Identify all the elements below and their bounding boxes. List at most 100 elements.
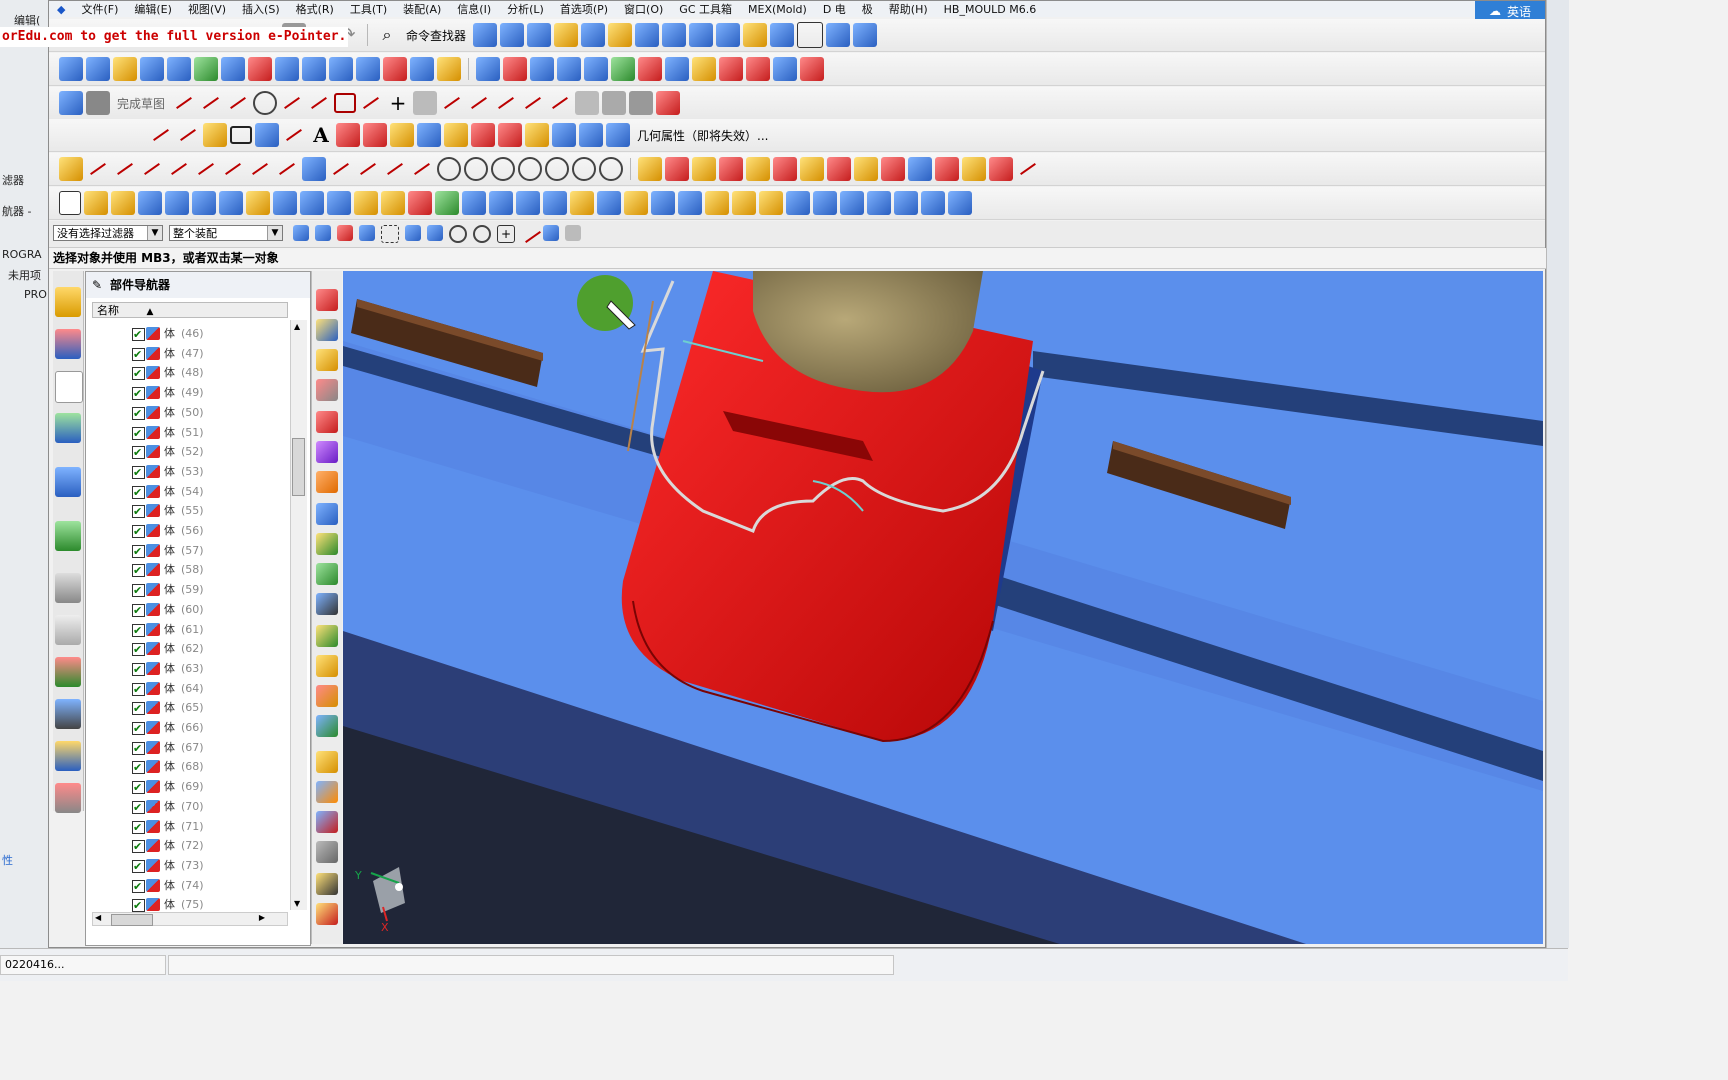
control-point-icon[interactable] [599, 157, 623, 181]
scroll-right-icon[interactable]: ▶ [259, 913, 265, 922]
point-icon[interactable]: + [386, 91, 410, 115]
finish-sketch-button[interactable]: 完成草图 [113, 95, 169, 112]
navigator-row[interactable]: 体 (70) [92, 797, 282, 817]
visibility-checkbox[interactable] [132, 640, 145, 659]
measure-icon[interactable] [473, 23, 498, 47]
navigator-row[interactable]: 体 (71) [92, 817, 282, 837]
emboss-icon[interactable] [489, 191, 513, 215]
sew-icon[interactable] [302, 57, 326, 81]
snap-icon[interactable] [554, 23, 579, 47]
sweep-icon[interactable] [759, 191, 783, 215]
navigator-row[interactable]: 体 (63) [92, 659, 282, 679]
hscroll-thumb[interactable] [111, 914, 153, 926]
cube-view-icon[interactable] [716, 23, 741, 47]
chamfer-icon[interactable] [307, 91, 331, 115]
assembly-navigator-icon[interactable] [55, 287, 81, 317]
menu-file[interactable]: 文件(F) [73, 1, 126, 17]
menu-help[interactable]: 帮助(H) [881, 1, 936, 17]
command-finder-button[interactable]: 命令查找器 [402, 27, 470, 44]
menu-information[interactable]: 信息(I) [449, 1, 499, 17]
view-frame-icon[interactable] [797, 22, 824, 48]
slot-icon[interactable] [381, 191, 405, 215]
part-navigator-icon[interactable] [55, 371, 83, 403]
edit-offset-icon[interactable] [383, 157, 407, 181]
menu-gc-toolkit[interactable]: GC 工具箱 [671, 1, 740, 17]
electrode-icon[interactable] [692, 57, 716, 81]
link-icon[interactable] [59, 157, 83, 181]
menu-insert[interactable]: 插入(S) [234, 1, 288, 17]
snap-center-icon[interactable] [449, 225, 467, 243]
sub-insert-icon[interactable] [316, 655, 338, 677]
chamfer-body-icon[interactable] [651, 191, 675, 215]
navigator-row[interactable]: 体 (62) [92, 639, 282, 659]
mirror-curve-icon[interactable] [548, 91, 572, 115]
offset-3d-icon[interactable] [390, 123, 414, 147]
drawing-icon[interactable] [773, 157, 797, 181]
menu-mex-mold[interactable]: MEX(Mold) [740, 3, 815, 16]
sphere-icon[interactable] [219, 191, 243, 215]
visibility-checkbox[interactable] [132, 857, 145, 876]
visibility-checkbox[interactable] [132, 325, 145, 344]
grid-icon[interactable] [302, 157, 326, 181]
text-icon[interactable]: A [309, 123, 333, 147]
navigator-row[interactable]: 体 (74) [92, 876, 282, 896]
visibility-checkbox[interactable] [132, 818, 145, 837]
workpiece-icon[interactable] [316, 379, 338, 401]
navigator-row[interactable]: 体 (49) [92, 383, 282, 403]
visibility-checkbox[interactable] [132, 739, 145, 758]
edge-blend-icon[interactable] [624, 191, 648, 215]
tangent-point-icon[interactable] [491, 157, 515, 181]
visibility-checkbox[interactable] [132, 483, 145, 502]
render-style-icon[interactable] [689, 23, 714, 47]
assembly-tool-icon[interactable] [854, 157, 878, 181]
parting-tools-icon[interactable] [316, 503, 338, 525]
process-studio-icon[interactable] [55, 657, 81, 687]
scroll-up-icon[interactable]: ▲ [294, 322, 300, 331]
auto-constrain-icon[interactable] [602, 91, 627, 115]
profile-icon[interactable] [172, 91, 196, 115]
split-icon[interactable] [221, 57, 245, 81]
navigator-row[interactable]: 体 (66) [92, 718, 282, 738]
point-set-icon[interactable] [203, 123, 227, 147]
navigator-row[interactable]: 体 (67) [92, 738, 282, 758]
navigator-row[interactable]: 体 (61) [92, 620, 282, 640]
ref-set-icon[interactable] [881, 157, 905, 181]
snap-intersect-icon[interactable]: + [497, 225, 515, 243]
fillet-curve-icon[interactable] [746, 57, 770, 81]
visibility-checkbox[interactable] [132, 660, 145, 679]
horizontal-scrollbar[interactable]: ◀ ▶ [92, 912, 288, 926]
navigator-row[interactable]: 体 (54) [92, 482, 282, 502]
cylinder-icon[interactable] [165, 191, 189, 215]
arc-icon[interactable] [226, 91, 250, 115]
center-point-icon[interactable] [545, 157, 569, 181]
polygon-icon[interactable] [413, 91, 438, 115]
delete-tool-icon[interactable] [827, 157, 851, 181]
unite-icon[interactable] [408, 191, 432, 215]
pin-icon[interactable]: ✎ [92, 278, 102, 292]
rectangle-icon[interactable] [334, 93, 357, 113]
visibility-checkbox[interactable] [132, 384, 145, 403]
mold-base-lib-icon[interactable] [316, 533, 338, 555]
curve-edit-icon[interactable] [719, 57, 743, 81]
pad-icon[interactable] [300, 191, 324, 215]
standard-part-icon[interactable] [665, 157, 689, 181]
select-edge-icon[interactable] [359, 225, 375, 241]
navigator-row[interactable]: 体 (47) [92, 344, 282, 364]
navigator-row[interactable]: 体 (65) [92, 698, 282, 718]
navigator-row[interactable]: 体 (46) [92, 324, 282, 344]
tube-icon[interactable] [327, 191, 351, 215]
select-face-icon[interactable] [315, 225, 331, 241]
boss-icon[interactable] [273, 191, 297, 215]
visibility-checkbox[interactable] [132, 502, 145, 521]
blend-icon[interactable] [356, 57, 380, 81]
extract-curve-icon[interactable] [552, 123, 576, 147]
mirror-feature-icon[interactable] [732, 191, 756, 215]
menu-hb-mould[interactable]: HB_MOULD M6.6 [936, 3, 1045, 16]
cylinder-primitive-icon[interactable] [894, 191, 918, 215]
history-icon[interactable] [55, 573, 81, 603]
electrode-tool-icon[interactable] [316, 781, 338, 803]
core-cavity-icon[interactable] [530, 57, 554, 81]
hd3d-tools-icon[interactable] [55, 467, 81, 497]
layer-icon[interactable] [527, 23, 552, 47]
ellipse-icon[interactable] [363, 123, 387, 147]
